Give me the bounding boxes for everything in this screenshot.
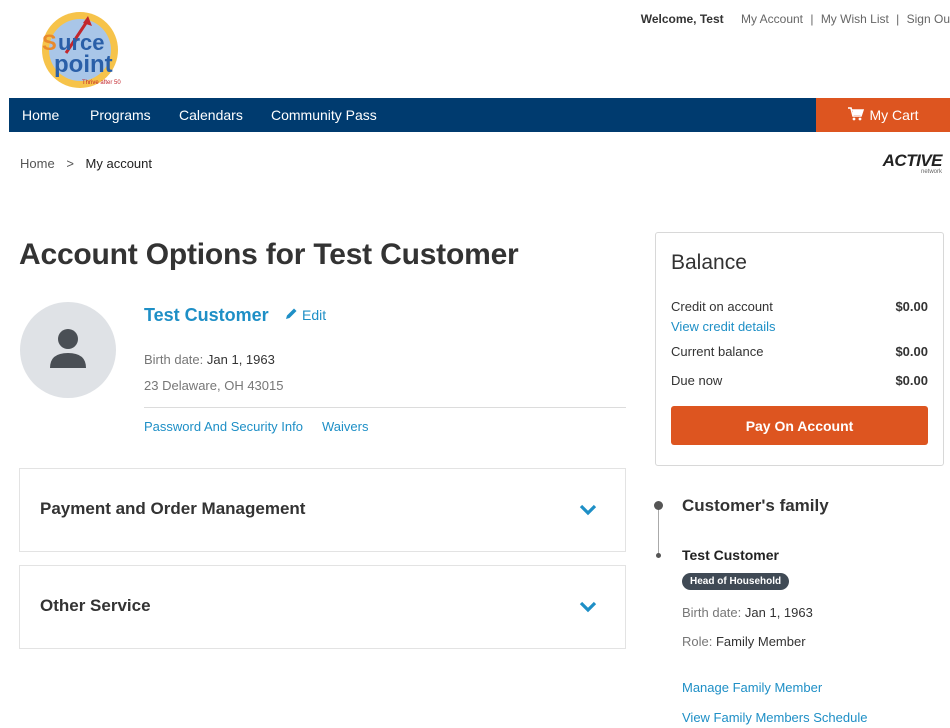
nav-home[interactable]: Home bbox=[22, 107, 59, 123]
main-nav: Home Programs Calendars Community Pass M… bbox=[9, 98, 950, 132]
svg-text:Thrive after 50: Thrive after 50 bbox=[82, 80, 121, 86]
user-icon bbox=[50, 329, 86, 368]
current-balance-row: Current balance $0.00 bbox=[671, 344, 928, 359]
birth-label: Birth date: bbox=[144, 352, 204, 367]
family-member-name: Test Customer bbox=[682, 547, 779, 563]
birth-value: Jan 1, 1963 bbox=[206, 352, 275, 367]
account-links: Welcome, Test My Account | My Wish List … bbox=[641, 12, 950, 26]
due-now-label: Due now bbox=[671, 373, 723, 388]
payment-order-accordion[interactable]: Payment and Order Management bbox=[19, 468, 626, 552]
breadcrumb-home[interactable]: Home bbox=[20, 156, 55, 171]
edit-profile-link[interactable]: Edit bbox=[285, 307, 326, 323]
head-of-household-badge: Head of Household bbox=[682, 573, 790, 590]
breadcrumb-current: My account bbox=[85, 156, 153, 171]
cart-label: My Cart bbox=[869, 107, 919, 123]
sign-out-link[interactable]: Sign Ou bbox=[907, 12, 950, 26]
view-credit-link[interactable]: View credit details bbox=[671, 319, 776, 334]
family-birth-value: Jan 1, 1963 bbox=[744, 605, 813, 620]
accordion-label: Payment and Order Management bbox=[40, 499, 306, 518]
role-value: Family Member bbox=[715, 634, 806, 649]
profile-address: 23 Delaware, OH 43015 bbox=[144, 378, 284, 393]
divider bbox=[144, 407, 626, 408]
svg-text:point: point bbox=[54, 51, 113, 78]
profile-birth-date: Birth date: Jan 1, 1963 bbox=[144, 352, 275, 367]
timeline-dot bbox=[654, 501, 663, 510]
chevron-down-icon[interactable] bbox=[579, 600, 597, 618]
family-birth-date: Birth date: Jan 1, 1963 bbox=[682, 605, 813, 620]
page-title: Account Options for Test Customer bbox=[19, 238, 519, 271]
breadcrumb-separator: > bbox=[66, 156, 74, 171]
current-balance-value: $0.00 bbox=[895, 344, 928, 359]
my-cart-button[interactable]: My Cart bbox=[816, 98, 950, 132]
family-title: Customer's family bbox=[682, 496, 829, 515]
sourcepoint-logo[interactable]: S urce point Thrive after 50 bbox=[36, 8, 156, 90]
timeline-line bbox=[658, 508, 659, 554]
password-security-link[interactable]: Password And Security Info bbox=[144, 419, 303, 434]
cart-icon bbox=[847, 106, 864, 124]
active-logo-word: ACTIVE bbox=[882, 151, 943, 170]
welcome-text: Welcome, Test bbox=[640, 12, 724, 26]
role-label: Role: bbox=[682, 634, 713, 649]
nav-programs[interactable]: Programs bbox=[90, 107, 151, 123]
top-header: S urce point Thrive after 50 Welcome, Te… bbox=[0, 0, 950, 98]
nav-community-pass[interactable]: Community Pass bbox=[271, 107, 377, 123]
due-now-row: Due now $0.00 bbox=[671, 373, 928, 388]
separator: | bbox=[810, 12, 814, 26]
view-family-schedule-link[interactable]: View Family Members Schedule bbox=[682, 710, 867, 725]
credit-value: $0.00 bbox=[895, 299, 928, 314]
credit-label: Credit on account bbox=[671, 299, 773, 314]
active-network-logo: ACTIVE network bbox=[882, 151, 943, 175]
credit-row: Credit on account $0.00 bbox=[671, 299, 928, 314]
separator: | bbox=[896, 12, 900, 26]
balance-panel: Balance Credit on account $0.00 View cre… bbox=[655, 232, 944, 466]
current-balance-label: Current balance bbox=[671, 344, 764, 359]
nav-calendars[interactable]: Calendars bbox=[179, 107, 243, 123]
other-service-accordion[interactable]: Other Service bbox=[19, 565, 626, 649]
due-now-value: $0.00 bbox=[895, 373, 928, 388]
family-role: Role: Family Member bbox=[682, 634, 806, 649]
manage-family-link[interactable]: Manage Family Member bbox=[682, 680, 822, 695]
breadcrumb: Home > My account bbox=[20, 156, 152, 171]
wish-list-link[interactable]: My Wish List bbox=[821, 12, 889, 26]
family-birth-label: Birth date: bbox=[682, 605, 742, 620]
pay-on-account-button[interactable]: Pay On Account bbox=[671, 406, 928, 445]
chevron-down-icon[interactable] bbox=[579, 503, 597, 521]
my-account-link[interactable]: My Account bbox=[741, 12, 803, 26]
waivers-link[interactable]: Waivers bbox=[322, 419, 368, 434]
accordion-label: Other Service bbox=[40, 596, 151, 615]
customer-name: Test Customer bbox=[144, 305, 269, 325]
balance-title: Balance bbox=[671, 251, 747, 274]
edit-label: Edit bbox=[302, 307, 327, 323]
pencil-icon bbox=[285, 307, 298, 323]
timeline-dot bbox=[656, 553, 661, 558]
avatar bbox=[20, 302, 116, 398]
